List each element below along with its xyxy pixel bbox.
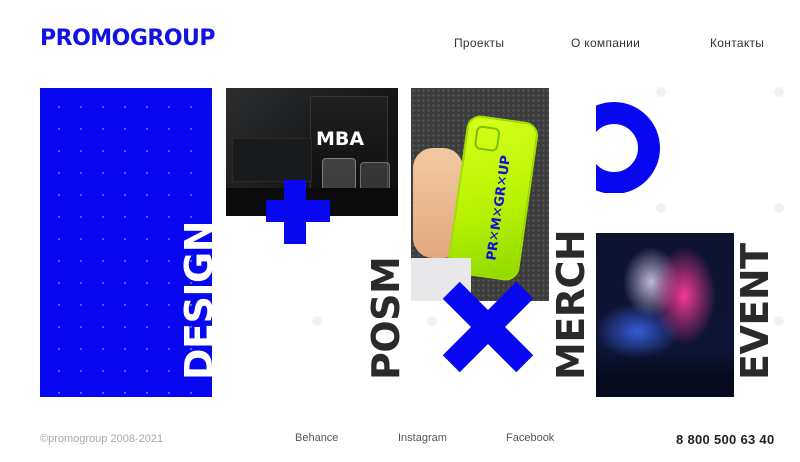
decor-dot <box>774 203 784 213</box>
decor-dot <box>312 316 322 326</box>
behance-link[interactable]: Behance <box>295 432 338 444</box>
case-print-text: PR✕M✕GR✕UP <box>484 154 514 262</box>
decor-dot <box>427 316 437 326</box>
nav-contacts[interactable]: Контакты <box>710 36 764 50</box>
facebook-link[interactable]: Facebook <box>506 432 554 444</box>
phone-case: PR✕M✕GR✕UP <box>446 113 540 283</box>
decor-dot <box>774 87 784 97</box>
gift-box <box>232 138 312 182</box>
decor-dot <box>656 203 666 213</box>
nav-about[interactable]: О компании <box>571 36 640 50</box>
camera-cutout <box>473 125 501 153</box>
nav-projects[interactable]: Проекты <box>454 36 504 50</box>
merch-label[interactable]: MERCH <box>549 230 593 380</box>
crowd <box>596 347 734 397</box>
glass <box>322 158 356 190</box>
plus-icon <box>266 200 330 222</box>
phone-case-photo[interactable]: PR✕M✕GR✕UP <box>411 88 549 301</box>
logo[interactable]: PROMOGROUP <box>40 26 216 51</box>
half-ring-shape <box>596 102 660 193</box>
phone-number[interactable]: 8 800 500 63 40 <box>676 432 774 447</box>
ring-arc <box>596 102 660 193</box>
copyright: ©promogroup 2008-2021 <box>40 433 164 445</box>
mba-bag-text: MBA <box>316 128 365 150</box>
event-photo[interactable] <box>596 233 734 397</box>
design-label[interactable]: DESIGN <box>177 221 221 380</box>
decor-dot <box>656 87 666 97</box>
event-label[interactable]: EVENT <box>733 243 777 380</box>
posm-label[interactable]: POSM <box>364 257 408 380</box>
mba-kit-photo[interactable]: MBA <box>226 88 398 216</box>
instagram-link[interactable]: Instagram <box>398 432 447 444</box>
